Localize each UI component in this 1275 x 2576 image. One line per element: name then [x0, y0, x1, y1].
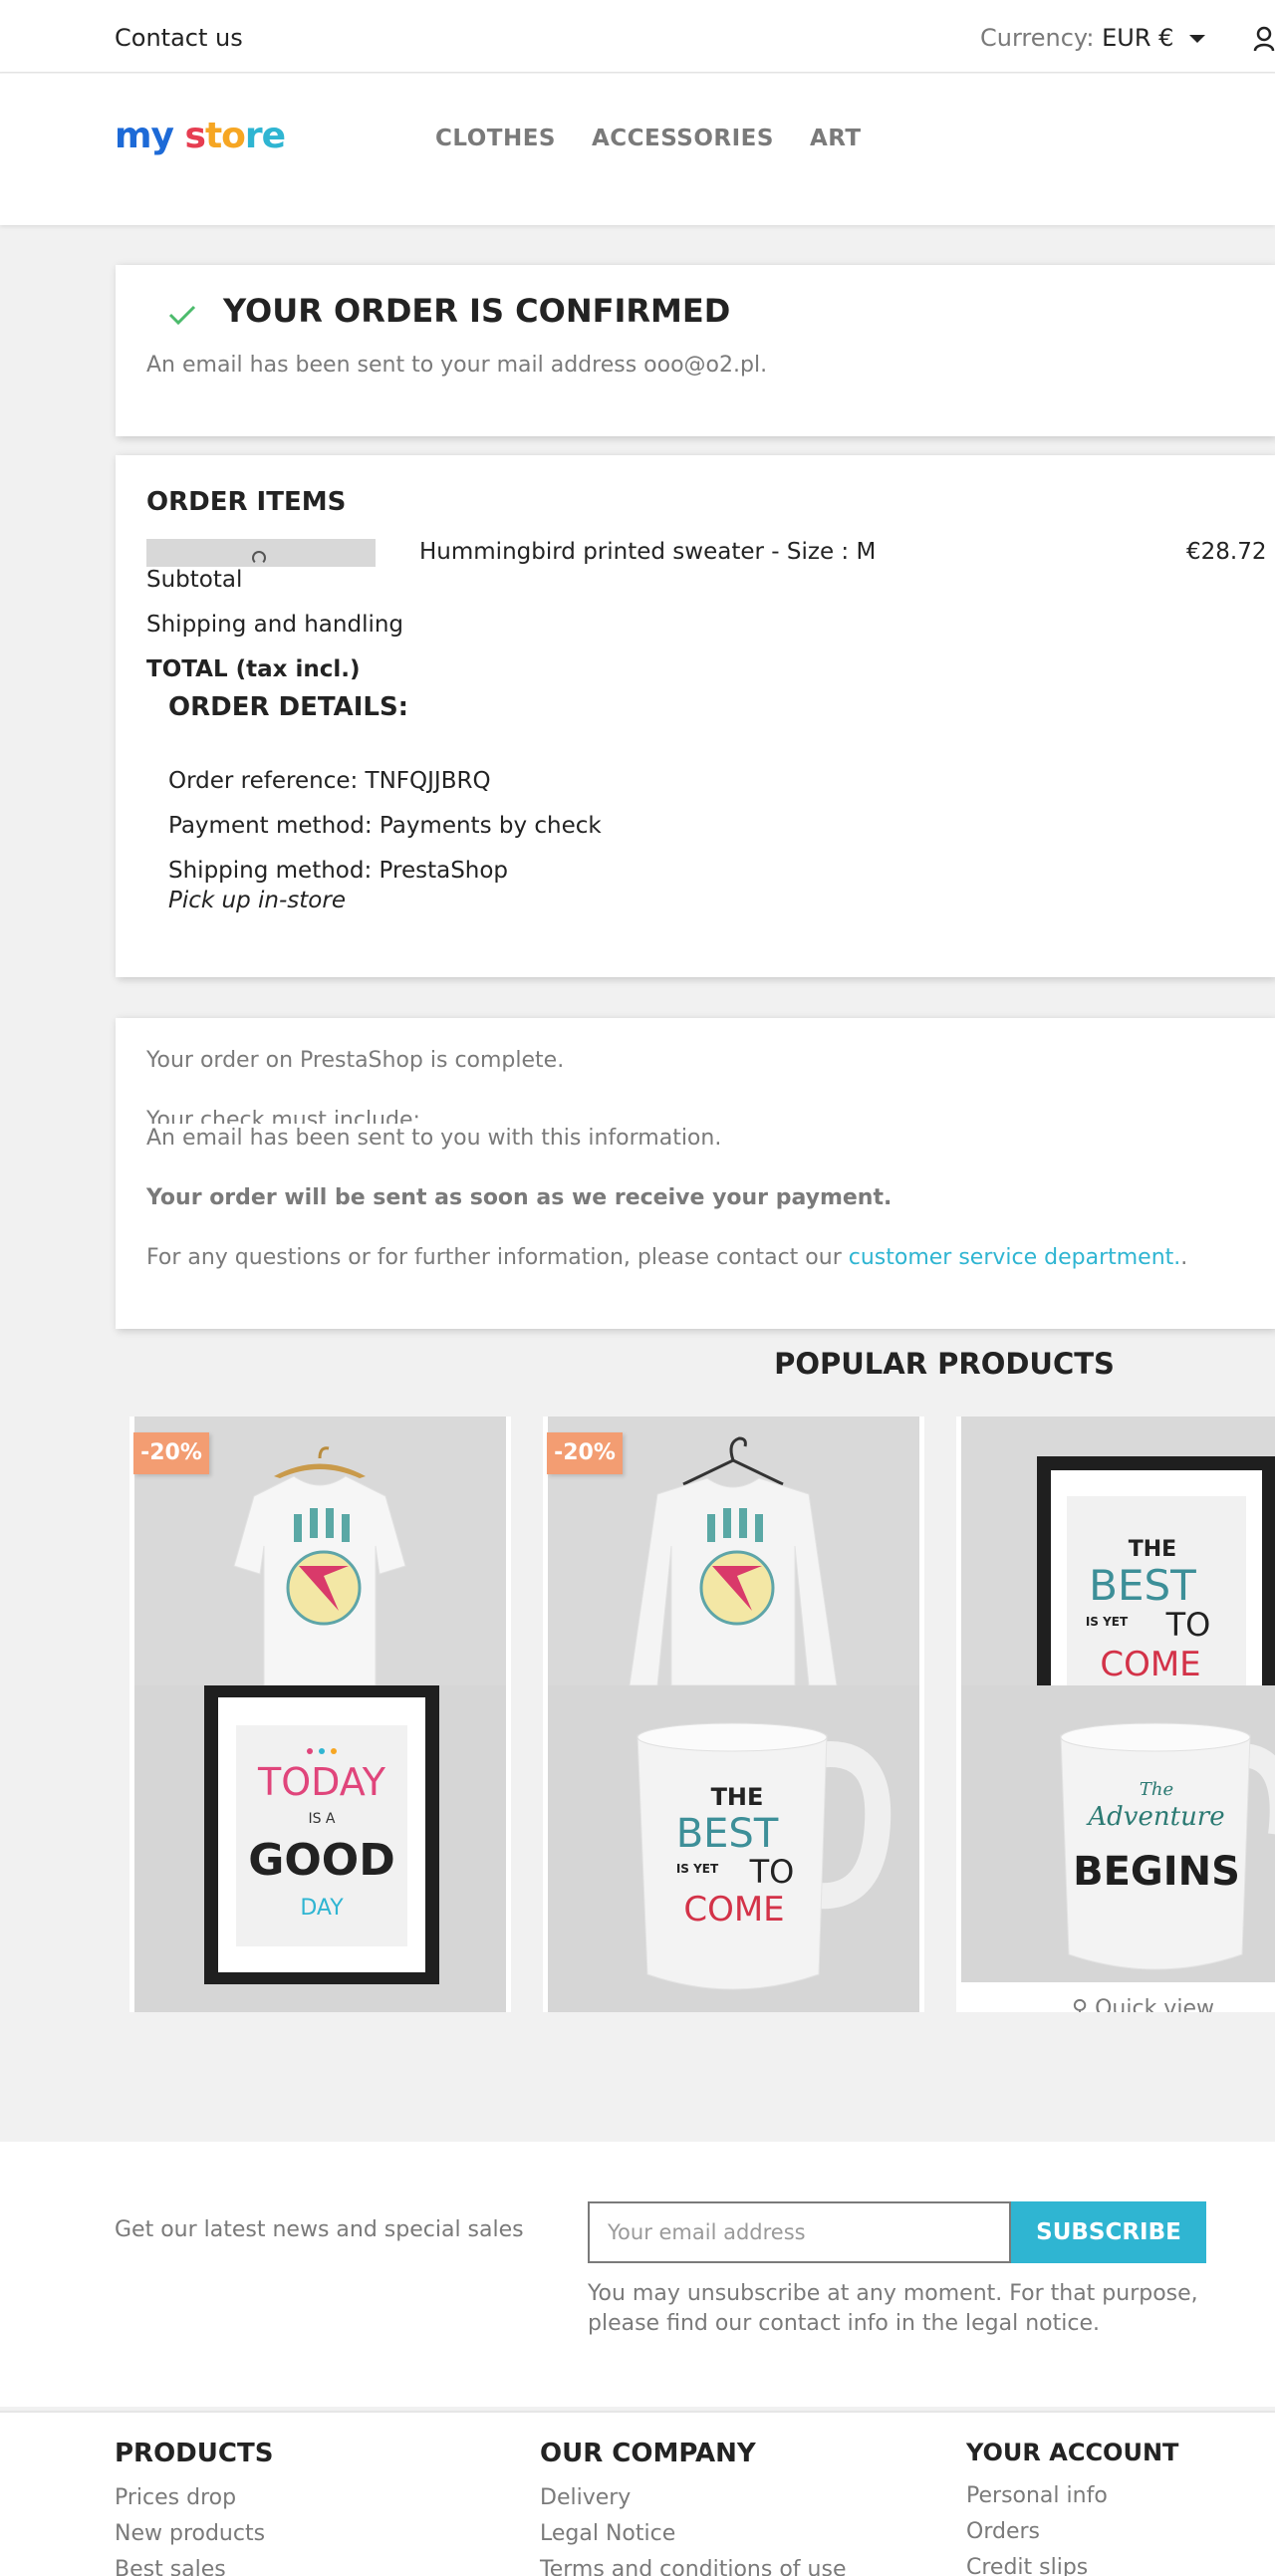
discount-badge: -20%	[547, 1432, 623, 1474]
order-confirmed-card: YOUR ORDER IS CONFIRMED An email has bee…	[116, 265, 1275, 436]
footer-link-delivery[interactable]: Delivery	[540, 2480, 846, 2516]
top-bar: Contact us Currency: EUR €	[0, 0, 1275, 73]
subtotal-label: Subtotal	[146, 567, 243, 593]
footer-link-terms[interactable]: Terms and conditions of use	[540, 2552, 846, 2576]
art-text: THE	[1129, 1537, 1176, 1562]
quick-view-label: Quick view	[1095, 1996, 1214, 2012]
nav-art[interactable]: ART	[810, 126, 862, 151]
popular-products-title: POPULAR PRODUCTS	[774, 1347, 1115, 1381]
order-items-heading: ORDER ITEMS	[146, 487, 347, 517]
nav-accessories[interactable]: ACCESSORIES	[592, 126, 774, 151]
payment-info-card: Your order on PrestaShop is complete. Yo…	[116, 1018, 1275, 1329]
email-field[interactable]: Your email address	[588, 2201, 1011, 2263]
total-label: TOTAL (tax incl.)	[146, 656, 361, 682]
product-art: THE BEST IS YET TO COME	[548, 1417, 919, 2012]
footer-link-credit-slips[interactable]: Credit slips	[966, 2550, 1178, 2576]
contact-us-link[interactable]: Contact us	[115, 24, 243, 52]
site-header: my store CLOTHES ACCESSORIES ART	[0, 74, 1275, 225]
footer-account: YOUR ACCOUNT Personal info Orders Credit…	[966, 2439, 1178, 2576]
quick-view-link[interactable]: ⚲ Quick view	[1072, 1996, 1214, 2012]
art-text: TO	[1165, 1606, 1211, 1644]
newsletter-text: Get our latest news and special sales	[115, 2217, 524, 2242]
email-sent-text: An email has been sent to you with this …	[146, 1126, 722, 1151]
art-text: BEGINS	[1073, 1849, 1240, 1895]
item-name[interactable]: Hummingbird printed sweater - Size : M	[419, 539, 876, 567]
product-card[interactable]: -20% THE BEST IS YET TO COME	[543, 1417, 924, 2012]
product-card[interactable]: THE BEST IS YET TO COME The Adventure BE…	[956, 1417, 1275, 2012]
order-reference: Order reference: TNFQJJBRQ	[168, 768, 491, 794]
will-send-text: Your order will be sent as soon as we re…	[146, 1185, 892, 1210]
product-image[interactable]: THE BEST IS YET TO COME	[548, 1417, 919, 2012]
shipping-note: Pick up in-store	[168, 888, 346, 913]
questions-text: For any questions or for further informa…	[146, 1245, 1187, 1270]
art-text: TO	[749, 1853, 795, 1891]
discount-badge: -20%	[133, 1432, 209, 1474]
art-text: IS YET	[676, 1862, 719, 1876]
questions-tail: .	[1180, 1245, 1188, 1270]
store-logo[interactable]: my store	[115, 116, 286, 156]
footer-link-orders[interactable]: Orders	[966, 2514, 1178, 2550]
product-card[interactable]: -20% TODAY IS A GOOD DAY	[129, 1417, 511, 2012]
subscribe-button[interactable]: SUBSCRIBE	[1011, 2201, 1206, 2263]
logo-part: to	[204, 116, 246, 156]
product-image[interactable]: THE BEST IS YET TO COME The Adventure BE…	[961, 1417, 1275, 1982]
product-image[interactable]: TODAY IS A GOOD DAY	[134, 1417, 506, 2012]
currency-value: EUR €	[1102, 24, 1174, 52]
footer-link-prices-drop[interactable]: Prices drop	[115, 2480, 273, 2516]
footer-link-best-sales[interactable]: Best sales	[115, 2552, 273, 2576]
item-price: €28.72	[1186, 539, 1267, 565]
art-text: GOOD	[248, 1835, 394, 1886]
page-title: YOUR ORDER IS CONFIRMED	[167, 292, 730, 330]
footer-link-personal-info[interactable]: Personal info	[966, 2478, 1178, 2514]
payment-method: Payment method: Payments by check	[168, 813, 602, 839]
main-nav: CLOTHES ACCESSORIES ART	[435, 126, 862, 151]
questions-prefix: For any questions or for further informa…	[146, 1245, 849, 1270]
confirmation-title-text: YOUR ORDER IS CONFIRMED	[223, 292, 731, 330]
footer-link-legal-notice[interactable]: Legal Notice	[540, 2516, 846, 2552]
check-include-text: Your check must include:	[146, 1108, 420, 1124]
footer-products: PRODUCTS Prices drop New products Best s…	[115, 2439, 273, 2576]
logo-part: re	[244, 116, 286, 156]
currency-selector[interactable]: Currency: EUR €	[980, 24, 1206, 52]
art-text: IS A	[308, 1811, 335, 1827]
footer-company-title: OUR COMPANY	[540, 2439, 756, 2468]
order-items-card: ORDER ITEMS Hummingbird printed sweater …	[116, 455, 1275, 977]
search-icon: ⚲	[1072, 1996, 1096, 2012]
shipping-label: Shipping and handling	[146, 612, 404, 638]
order-details-heading: ORDER DETAILS:	[168, 692, 409, 722]
art-text: DAY	[300, 1896, 344, 1921]
nav-clothes[interactable]: CLOTHES	[435, 126, 556, 151]
shipping-method: Shipping method: PrestaShop	[168, 858, 509, 884]
logo-part: s	[172, 116, 206, 156]
product-thumbnail	[146, 539, 376, 567]
art-text: BEST	[1089, 1561, 1196, 1610]
footer-link-new-products[interactable]: New products	[115, 2516, 273, 2552]
product-art: THE BEST IS YET TO COME The Adventure BE…	[961, 1417, 1275, 1982]
art-text: IS YET	[1086, 1615, 1129, 1629]
confirmation-message: An email has been sent to your mail addr…	[146, 353, 768, 378]
art-text: THE	[711, 1783, 764, 1811]
footer-products-title: PRODUCTS	[115, 2439, 274, 2468]
art-text: Adventure	[1086, 1802, 1224, 1832]
newsletter-section: Get our latest news and special sales Yo…	[0, 2142, 1275, 2407]
art-text: BEST	[676, 1811, 779, 1857]
footer-company: OUR COMPANY Delivery Legal Notice Terms …	[540, 2439, 846, 2576]
user-icon[interactable]	[1253, 26, 1275, 52]
customer-service-link[interactable]: customer service department.	[849, 1245, 1181, 1270]
art-text: COME	[683, 1890, 784, 1930]
art-text: The	[1140, 1779, 1173, 1800]
chevron-down-icon	[1189, 35, 1206, 43]
art-text: TODAY	[257, 1760, 386, 1804]
product-art: TODAY IS A GOOD DAY	[134, 1417, 506, 2012]
order-complete-text: Your order on PrestaShop is complete.	[146, 1048, 565, 1073]
logo-part: my	[115, 116, 174, 156]
site-footer: PRODUCTS Prices drop New products Best s…	[0, 2411, 1275, 2576]
footer-account-title: YOUR ACCOUNT	[966, 2439, 1179, 2466]
art-text: COME	[1100, 1645, 1200, 1684]
currency-label: Currency:	[980, 24, 1095, 52]
hanger-icon	[252, 551, 266, 565]
unsubscribe-note: You may unsubscribe at any moment. For t…	[588, 2281, 1198, 2336]
